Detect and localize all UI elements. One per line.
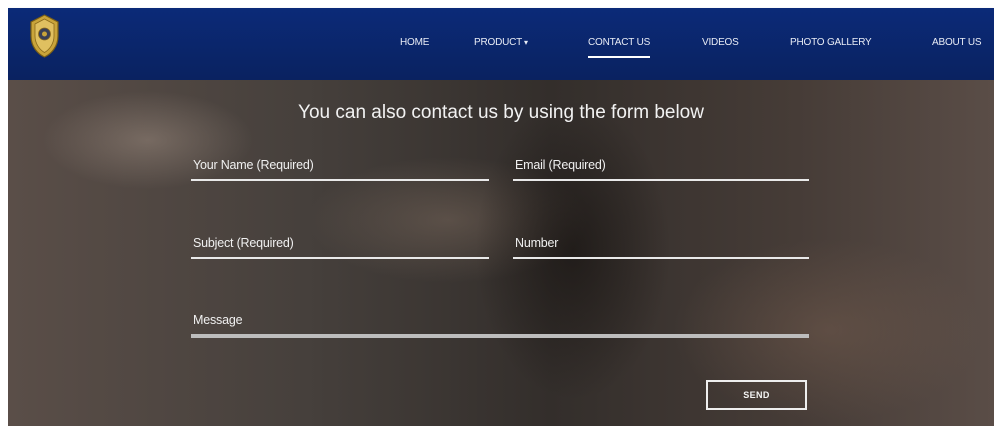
nav-item-photo-gallery[interactable]: PHOTO GALLERY (790, 37, 872, 48)
page: HOME PRODUCT ▾ CONTACT US VIDEOS PHOTO GA… (8, 0, 994, 426)
nav-item-videos[interactable]: VIDEOS (702, 37, 739, 48)
contact-form-heading: You can also contact us by using the for… (298, 102, 704, 123)
nav-item-product-label: PRODUCT (474, 37, 523, 48)
number-field-placeholder: Number (515, 236, 559, 250)
subject-field[interactable]: Subject (Required) (191, 234, 489, 259)
email-field-placeholder: Email (Required) (515, 158, 606, 172)
subject-field-placeholder: Subject (Required) (193, 236, 294, 250)
chevron-down-icon: ▾ (524, 38, 528, 47)
number-field[interactable]: Number (513, 234, 809, 259)
top-navbar: HOME PRODUCT ▾ CONTACT US VIDEOS PHOTO GA… (8, 8, 994, 80)
name-field[interactable]: Your Name (Required) (191, 156, 489, 181)
email-field[interactable]: Email (Required) (513, 156, 809, 181)
contact-section: You can also contact us by using the for… (8, 80, 994, 426)
nav-item-home[interactable]: HOME (400, 37, 429, 48)
message-field-placeholder: Message (193, 313, 243, 327)
police-badge-icon[interactable] (29, 14, 60, 58)
nav-item-product[interactable]: PRODUCT ▾ (474, 37, 528, 48)
nav-item-contact-us[interactable]: CONTACT US (588, 37, 650, 58)
name-field-placeholder: Your Name (Required) (193, 158, 314, 172)
message-field[interactable]: Message (191, 311, 809, 338)
nav-item-about-us[interactable]: ABOUT US (932, 37, 982, 48)
send-button[interactable]: SEND (706, 380, 807, 410)
